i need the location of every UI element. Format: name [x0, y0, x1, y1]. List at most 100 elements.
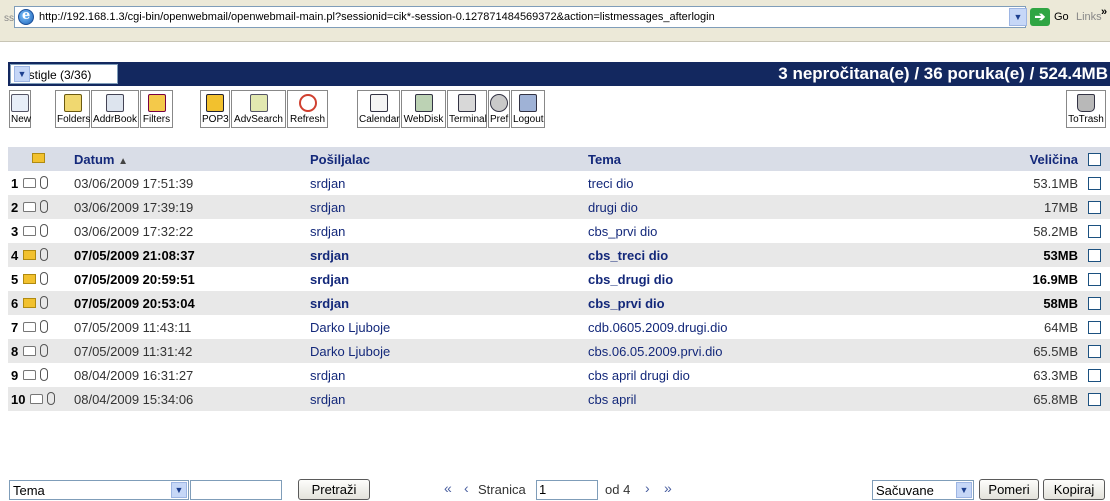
attachment-paperclip-icon — [40, 296, 48, 309]
message-from-link[interactable]: Darko Ljuboje — [310, 344, 390, 359]
message-from-link[interactable]: srdjan — [310, 296, 349, 311]
move-button[interactable]: Pomeri — [979, 479, 1039, 500]
message-checkbox[interactable] — [1088, 273, 1101, 286]
table-row[interactable]: 8 07/05/2009 11:31:42 Darko Ljuboje cbs.… — [8, 339, 1110, 363]
message-size: 64MB — [1044, 320, 1078, 335]
message-date: 08/04/2009 15:34:06 — [74, 392, 194, 407]
browser-address-bar: ss http://192.168.1.3/cgi-bin/openwebmai… — [0, 0, 1110, 42]
folders-button[interactable]: Folders — [55, 90, 90, 128]
search-icon — [249, 94, 268, 112]
chevron-down-icon[interactable]: ▼ — [171, 482, 187, 498]
go-button-label[interactable]: Go — [1054, 11, 1069, 23]
page-number-input[interactable]: 1 — [536, 480, 598, 500]
terminal-button[interactable]: Terminal — [447, 90, 487, 128]
address-label: ss — [4, 13, 14, 24]
message-from-link[interactable]: srdjan — [310, 272, 349, 287]
go-arrow-icon[interactable]: ➔ — [1030, 8, 1050, 26]
copy-button[interactable]: Kopiraj — [1043, 479, 1105, 500]
sort-subject-header[interactable]: Tema — [588, 152, 621, 167]
message-subject-link[interactable]: cbs.06.05.2009.prvi.dio — [588, 344, 722, 359]
prev-page-icon[interactable]: ‹ — [464, 480, 469, 496]
table-row[interactable]: 2 03/06/2009 17:39:19 srdjan drugi dio 1… — [8, 195, 1110, 219]
message-size: 65.8MB — [1033, 392, 1078, 407]
message-from-link[interactable]: srdjan — [310, 200, 345, 215]
message-subject-link[interactable]: cbs_drugi dio — [588, 272, 673, 287]
table-row[interactable]: 10 08/04/2009 15:34:06 srdjan cbs april … — [8, 387, 1110, 411]
message-checkbox[interactable] — [1088, 249, 1101, 262]
calendar-button[interactable]: Calendar — [357, 90, 400, 128]
message-date: 07/05/2009 20:59:51 — [74, 272, 195, 287]
address-book-icon — [106, 94, 124, 112]
filters-button[interactable]: Filters — [140, 90, 173, 128]
chevron-down-icon[interactable]: ▼ — [14, 66, 30, 82]
advsearch-button[interactable]: AdvSearch — [231, 90, 286, 128]
table-row[interactable]: 7 07/05/2009 11:43:11 Darko Ljuboje cdb.… — [8, 315, 1110, 339]
chevron-down-icon[interactable]: ▼ — [956, 482, 972, 498]
folder-select[interactable]: Pristigle (3/36) ▼ — [10, 64, 118, 84]
message-checkbox[interactable] — [1088, 321, 1101, 334]
message-subject-link[interactable]: treci dio — [588, 176, 634, 191]
read-envelope-icon — [23, 370, 36, 380]
links-toolbar-label[interactable]: Links — [1076, 11, 1102, 23]
search-input[interactable] — [190, 480, 282, 500]
select-all-checkbox[interactable] — [1088, 153, 1101, 166]
message-from-link[interactable]: srdjan — [310, 224, 345, 239]
message-from-link[interactable]: srdjan — [310, 392, 345, 407]
first-page-icon[interactable]: « — [444, 480, 452, 496]
read-envelope-icon — [23, 178, 36, 188]
read-envelope-icon — [23, 226, 36, 236]
attachment-paperclip-icon — [40, 272, 48, 285]
message-date: 07/05/2009 11:31:42 — [74, 344, 193, 359]
message-subject-link[interactable]: cbs april — [588, 392, 636, 407]
logout-button[interactable]: Logout — [511, 90, 545, 128]
target-folder-select[interactable]: Sačuvane ▼ — [872, 480, 974, 500]
pref-button[interactable]: Pref — [488, 90, 510, 128]
table-row[interactable]: 3 03/06/2009 17:32:22 srdjan cbs_prvi di… — [8, 219, 1110, 243]
message-checkbox[interactable] — [1088, 297, 1101, 310]
sort-from-header[interactable]: Pošiljalac — [310, 152, 370, 167]
message-subject-link[interactable]: drugi dio — [588, 200, 638, 215]
message-subject-link[interactable]: cbs_treci dio — [588, 248, 668, 263]
table-row[interactable]: 1 03/06/2009 17:51:39 srdjan treci dio 5… — [8, 171, 1110, 195]
message-checkbox[interactable] — [1088, 369, 1101, 382]
message-subject-link[interactable]: cbs april drugi dio — [588, 368, 690, 383]
sort-size-header[interactable]: Veličina — [1030, 152, 1078, 167]
sort-date-header[interactable]: Datum ▲ — [74, 152, 128, 167]
message-from-link[interactable]: Darko Ljuboje — [310, 320, 390, 335]
message-from-link[interactable]: srdjan — [310, 248, 349, 263]
status-envelope-icon[interactable] — [32, 153, 45, 163]
attachment-paperclip-icon — [47, 392, 55, 405]
more-chevron-icon[interactable]: » — [1101, 6, 1107, 18]
message-checkbox[interactable] — [1088, 201, 1101, 214]
message-checkbox[interactable] — [1088, 393, 1101, 406]
message-size: 16.9MB — [1032, 272, 1078, 287]
totrash-button[interactable]: ToTrash — [1066, 90, 1106, 128]
message-subject-link[interactable]: cbs_prvi dio — [588, 296, 665, 311]
message-size: 65.5MB — [1033, 344, 1078, 359]
search-button[interactable]: Pretraži — [298, 479, 370, 500]
message-checkbox[interactable] — [1088, 177, 1101, 190]
addrbook-button[interactable]: AddrBook — [91, 90, 139, 128]
message-from-link[interactable]: srdjan — [310, 176, 345, 191]
message-from-link[interactable]: srdjan — [310, 368, 345, 383]
refresh-button[interactable]: Refresh — [287, 90, 328, 128]
search-field-select[interactable]: Tema ▼ — [9, 480, 189, 500]
webdisk-button[interactable]: WebDisk — [401, 90, 446, 128]
new-message-button[interactable]: New — [9, 90, 31, 128]
url-input[interactable]: http://192.168.1.3/cgi-bin/openwebmail/o… — [14, 6, 1027, 28]
next-page-icon[interactable]: › — [645, 480, 650, 496]
table-row[interactable]: 9 08/04/2009 16:31:27 srdjan cbs april d… — [8, 363, 1110, 387]
message-subject-link[interactable]: cdb.0605.2009.drugi.dio — [588, 320, 728, 335]
last-page-icon[interactable]: » — [664, 480, 672, 496]
mailbox-stats: 3 nepročitana(e) / 36 poruka(e) / 524.4M… — [778, 64, 1108, 83]
message-checkbox[interactable] — [1088, 345, 1101, 358]
message-subject-link[interactable]: cbs_prvi dio — [588, 224, 657, 239]
pop3-button[interactable]: POP3 — [200, 90, 230, 128]
message-checkbox[interactable] — [1088, 225, 1101, 238]
url-dropdown-chevron-down-icon[interactable]: ▼ — [1009, 8, 1027, 26]
message-size: 53MB — [1043, 248, 1078, 263]
message-size: 58.2MB — [1033, 224, 1078, 239]
table-row[interactable]: 4 07/05/2009 21:08:37 srdjan cbs_treci d… — [8, 243, 1110, 267]
table-row[interactable]: 6 07/05/2009 20:53:04 srdjan cbs_prvi di… — [8, 291, 1110, 315]
table-row[interactable]: 5 07/05/2009 20:59:51 srdjan cbs_drugi d… — [8, 267, 1110, 291]
